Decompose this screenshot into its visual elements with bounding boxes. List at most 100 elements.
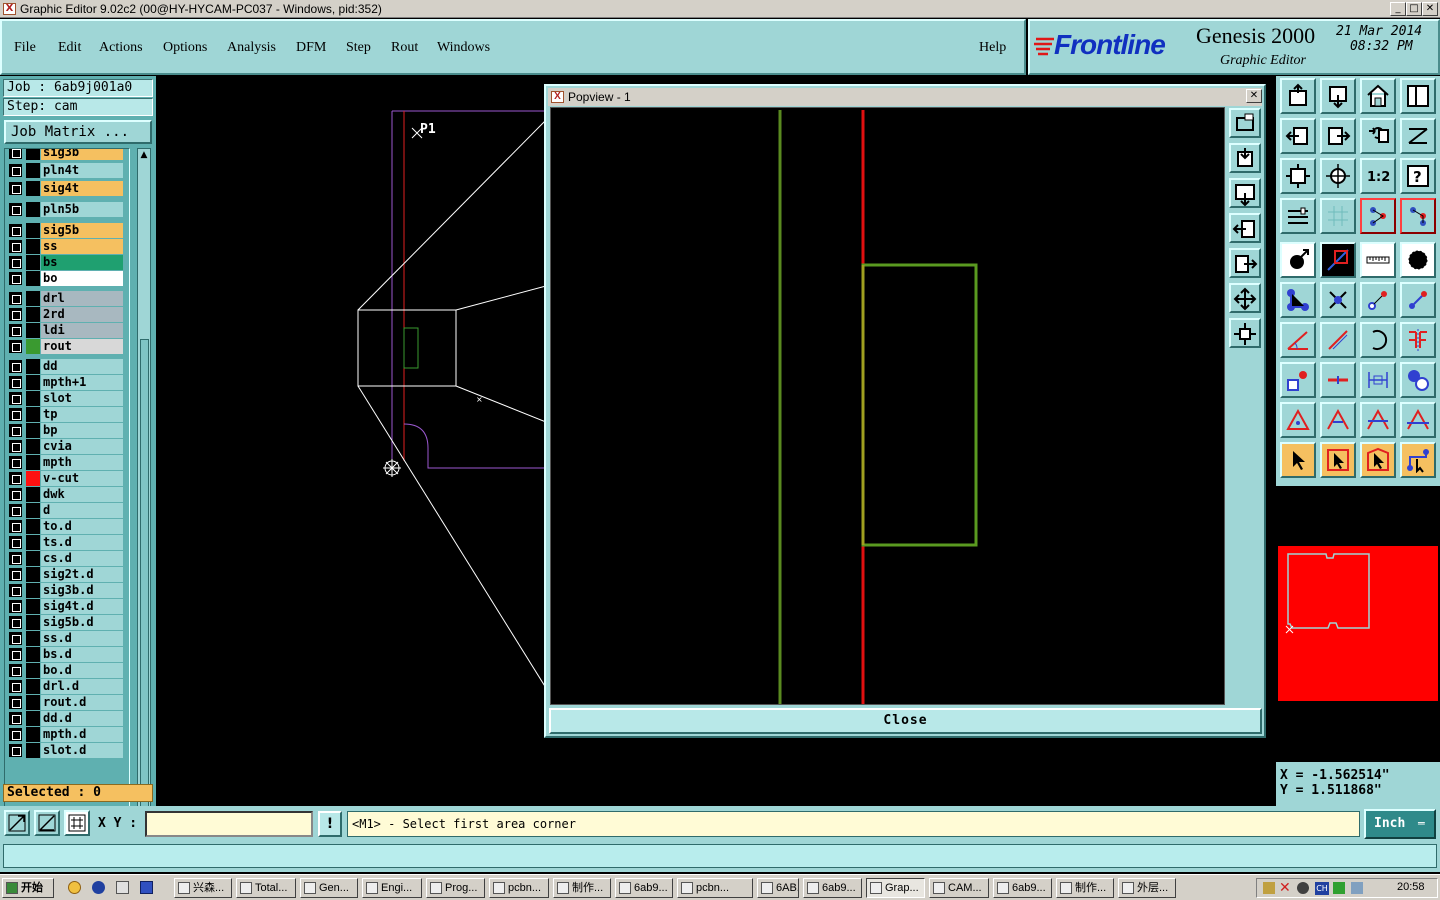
overview-map[interactable] — [1278, 486, 1438, 760]
taskbar-task-button[interactable]: 兴森... — [174, 878, 232, 898]
taskbar-task-button[interactable]: pcbn... — [677, 878, 753, 898]
layer-color-swatch[interactable] — [26, 679, 40, 694]
add-line-icon[interactable] — [1320, 242, 1356, 278]
tray-x-icon[interactable]: ✕ — [1279, 880, 1291, 896]
layer-color-swatch[interactable] — [26, 599, 40, 614]
layer-checkbox[interactable] — [9, 744, 22, 757]
layer-color-swatch[interactable] — [26, 391, 40, 406]
menu-actions[interactable]: Actions — [99, 40, 143, 56]
layer-color-swatch[interactable] — [26, 323, 40, 338]
taskbar-task-button[interactable]: 6ab9... — [803, 878, 862, 898]
layer-name[interactable]: dwk — [41, 487, 123, 502]
net-highlight-icon[interactable] — [1360, 198, 1396, 234]
diagonal-line-icon[interactable] — [1320, 322, 1356, 358]
job-matrix-button[interactable]: Job Matrix ... — [4, 120, 152, 144]
layer-checkbox[interactable] — [9, 696, 22, 709]
info-icon[interactable]: ! — [318, 811, 342, 837]
layer-color-swatch[interactable] — [26, 503, 40, 518]
layer-color-swatch[interactable] — [26, 255, 40, 270]
menu-dfm[interactable]: DFM — [296, 40, 326, 56]
angle-mode-icon[interactable] — [34, 810, 60, 836]
open-step-icon[interactable] — [1280, 78, 1316, 114]
layer-checkbox[interactable] — [9, 536, 22, 549]
layer-name[interactable]: cs.d — [41, 551, 123, 566]
layer-row[interactable]: ss — [5, 239, 129, 254]
menu-rout[interactable]: Rout — [391, 40, 418, 56]
quick-launch-edit-icon[interactable] — [116, 881, 129, 894]
layer-name[interactable]: bo.d — [41, 663, 123, 678]
taskbar-task-button[interactable]: 制作... — [1056, 878, 1114, 898]
layer-color-swatch[interactable] — [26, 743, 40, 758]
layer-name[interactable]: ts.d — [41, 535, 123, 550]
layer-row[interactable]: bo.d — [5, 663, 129, 678]
layer-name[interactable]: pln4t — [41, 163, 123, 178]
layer-color-swatch[interactable] — [26, 407, 40, 422]
menu-windows[interactable]: Windows — [437, 40, 490, 56]
layer-row[interactable]: 2rd — [5, 307, 129, 322]
layer-row[interactable]: v-cut — [5, 471, 129, 486]
select-box-icon[interactable] — [1320, 442, 1356, 478]
layer-name[interactable]: sig4t.d — [41, 599, 123, 614]
layer-checkbox[interactable] — [9, 424, 22, 437]
layer-color-swatch[interactable] — [26, 291, 40, 306]
layer-row[interactable]: sig3b.d — [5, 583, 129, 598]
layer-color-swatch[interactable] — [26, 423, 40, 438]
layer-checkbox[interactable] — [9, 240, 22, 253]
angle-line-icon[interactable] — [1280, 322, 1316, 358]
horizontal-line-icon[interactable] — [1320, 362, 1356, 398]
arc-icon[interactable] — [1360, 322, 1396, 358]
units-dropdown[interactable]: Inch ═ — [1364, 809, 1436, 839]
delete-node-icon[interactable] — [1320, 282, 1356, 318]
zoom-center-icon[interactable] — [1320, 158, 1356, 194]
layer-color-swatch[interactable] — [26, 181, 40, 196]
layer-color-swatch[interactable] — [26, 695, 40, 710]
layer-color-swatch[interactable] — [26, 359, 40, 374]
zoom-fit-icon[interactable] — [1280, 158, 1316, 194]
layer-checkbox[interactable] — [9, 340, 22, 353]
layer-row[interactable]: bo — [5, 271, 129, 286]
layer-color-swatch[interactable] — [26, 631, 40, 646]
tray-network-icon[interactable] — [1351, 882, 1363, 894]
layer-row[interactable]: ss.d — [5, 631, 129, 646]
scroll-thumb[interactable] — [140, 339, 149, 839]
taskbar-task-button[interactable]: 制作... — [553, 878, 611, 898]
layer-color-swatch[interactable] — [26, 223, 40, 238]
layer-color-swatch[interactable] — [26, 271, 40, 286]
taskbar-task-button[interactable]: 6AB... — [757, 878, 799, 898]
layer-name[interactable]: sig3b — [41, 149, 123, 160]
layer-name[interactable]: slot — [41, 391, 123, 406]
layer-color-swatch[interactable] — [26, 471, 40, 486]
popview-canvas[interactable] — [550, 107, 1225, 705]
pan-right-icon[interactable] — [1320, 118, 1356, 154]
layer-checkbox[interactable] — [9, 648, 22, 661]
layer-name[interactable]: bs.d — [41, 647, 123, 662]
layer-checkbox[interactable] — [9, 552, 22, 565]
layer-row[interactable]: d — [5, 503, 129, 518]
popview-zoom-window-button[interactable] — [1229, 108, 1261, 138]
layer-row[interactable]: drl — [5, 291, 129, 306]
taskbar-task-button[interactable]: pcbn... — [489, 878, 549, 898]
layer-row[interactable]: ts.d — [5, 535, 129, 550]
layer-name[interactable]: ss.d — [41, 631, 123, 646]
taskbar-task-button[interactable]: Prog... — [426, 878, 485, 898]
layer-row[interactable]: slot — [5, 391, 129, 406]
layer-name[interactable]: mpth+1 — [41, 375, 123, 390]
layer-checkbox[interactable] — [9, 224, 22, 237]
quick-launch-globe-icon[interactable] — [92, 881, 105, 894]
popview-fit-button[interactable] — [1229, 283, 1261, 313]
layer-name[interactable]: sig5b — [41, 223, 123, 238]
select-shape-icon[interactable] — [1280, 362, 1316, 398]
taskbar-task-button[interactable]: 外层... — [1118, 878, 1176, 898]
layer-checkbox[interactable] — [9, 376, 22, 389]
layer-row[interactable]: mpth.d — [5, 727, 129, 742]
layer-color-swatch[interactable] — [26, 487, 40, 502]
layer-checkbox[interactable] — [9, 456, 22, 469]
layer-scrollbar[interactable]: ▲ ▼ — [137, 148, 151, 846]
connect-nodes-icon[interactable] — [1280, 282, 1316, 318]
layer-checkbox[interactable] — [9, 664, 22, 677]
layer-row[interactable]: slot.d — [5, 743, 129, 758]
home-icon[interactable] — [1360, 78, 1396, 114]
layer-color-swatch[interactable] — [26, 551, 40, 566]
layer-color-swatch[interactable] — [26, 239, 40, 254]
layer-color-swatch[interactable] — [26, 163, 40, 178]
